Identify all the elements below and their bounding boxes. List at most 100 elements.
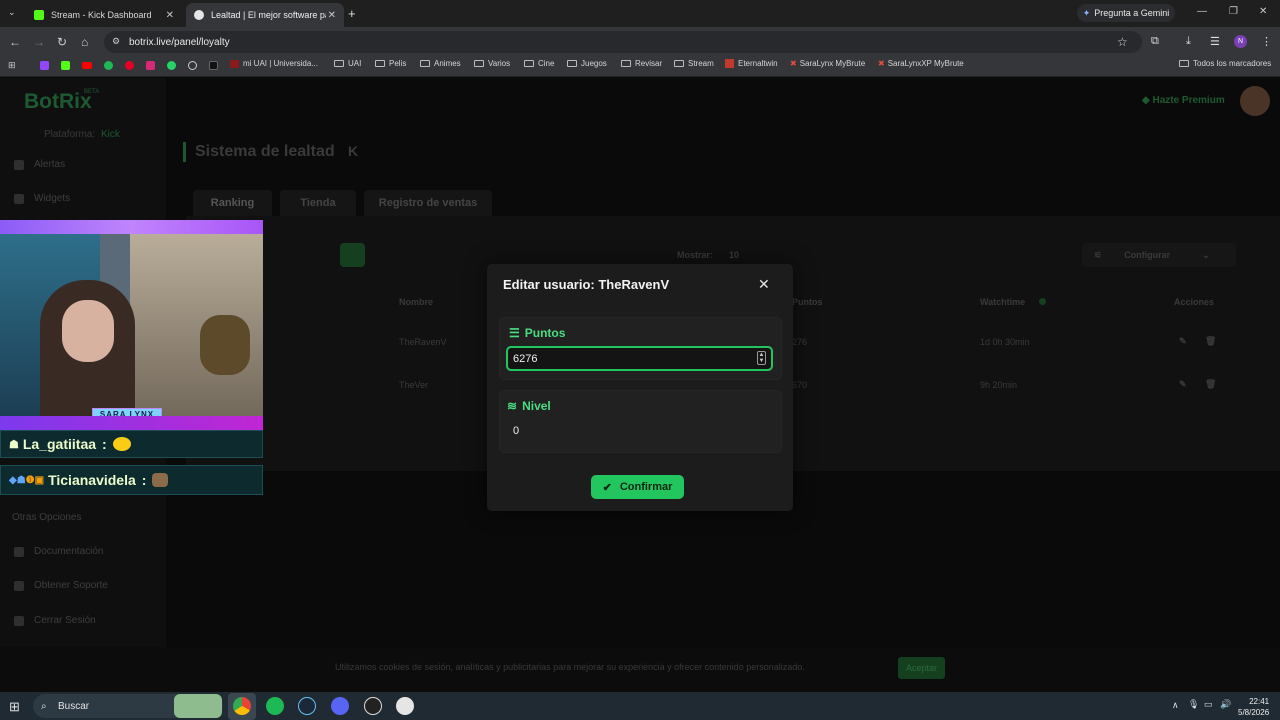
sidebar-item-documentacion[interactable]: Documentación [14,546,103,557]
row2-watchtime: 9h 20min [980,380,1018,390]
menu-icon[interactable]: ⋮ [1261,35,1272,48]
address-bar[interactable] [104,31,1142,53]
gemini-icon: ✦ [1082,7,1091,18]
chrome-icon[interactable] [233,697,251,715]
microphone-icon[interactable]: 🎙 [1188,699,1199,710]
tab-ranking[interactable]: Ranking [193,190,272,216]
url-text[interactable]: botrix.live/panel/loyalty [129,37,230,48]
premium-link[interactable]: ◆ Hazte Premium [1142,95,1225,106]
bookmark-stream[interactable]: Stream [674,59,714,68]
tab-tienda[interactable]: Tienda [280,190,356,216]
kick-favicon-icon [34,10,44,20]
sidebar-item-alertas[interactable]: Alertas [14,159,65,170]
steam-icon[interactable] [298,697,316,715]
all-bookmarks[interactable]: Todos los marcadores [1179,59,1271,68]
reload-icon[interactable]: ↻ [57,35,67,49]
tab-lealtad[interactable]: Lealtad | El mejor software para ✕ [186,3,344,27]
bookmark-revisar[interactable]: Revisar [621,59,662,68]
search-button[interactable]: ⌕ [340,243,365,267]
cookie-accept-button[interactable]: Aceptar [898,657,945,679]
home-icon[interactable]: ⌂ [81,35,88,49]
close-tab-icon[interactable]: ✕ [166,10,174,21]
gemini-button[interactable]: ✦ Pregunta a Gemini [1077,4,1175,22]
network-icon[interactable]: ▭ [1204,699,1213,710]
trash-icon[interactable]: 🗑 [1205,379,1216,390]
whatsapp-icon[interactable] [167,61,176,70]
tab-registro-ventas[interactable]: Registro de ventas [364,190,492,216]
windows-start-icon[interactable]: ⊞ [9,699,20,715]
edit-user-modal [487,264,793,511]
discord-icon[interactable] [331,697,349,715]
bookmark-animes[interactable]: Animes [420,59,461,68]
site-info-icon[interactable]: ⚙ [112,36,120,47]
bookmark-star-icon[interactable]: ☆ [1117,35,1128,49]
github-icon[interactable] [188,61,197,70]
instagram-icon[interactable] [146,61,155,70]
user-avatar[interactable] [1240,86,1270,116]
bookmark-saralynxxp-mybrute[interactable]: ✖ SaraLynxXP MyBrute [878,59,964,68]
twitch-icon[interactable] [40,61,49,70]
edit-icon[interactable]: ✎ [1179,336,1187,347]
reading-list-icon[interactable]: ☰ [1210,35,1220,48]
bookmark-varios[interactable]: Varios [474,59,510,68]
tray-chevron-icon[interactable]: ∧ [1172,700,1179,711]
confirm-label: Confirmar [619,481,673,493]
close-tab-icon[interactable]: ✕ [328,10,336,21]
restore-icon[interactable]: ❐ [1229,6,1238,17]
download-icon[interactable]: ⤓ [1186,35,1191,48]
cam-top-bar [0,220,263,234]
folder-icon [674,60,684,67]
tiktok-icon[interactable] [209,61,218,70]
botrix-favicon-icon [194,10,204,20]
tab-kick-dashboard[interactable]: Stream - Kick Dashboard ✕ [26,3,182,27]
search-placeholder: Buscar [58,700,90,712]
trash-icon[interactable]: 🗑 [1205,336,1216,347]
youtube-icon[interactable] [82,62,92,69]
bookmark-uai-portal[interactable]: mi UAI | Universida... [230,59,318,68]
spotify-icon[interactable] [104,61,113,70]
edit-icon[interactable]: ✎ [1179,379,1187,390]
spotify-icon[interactable] [266,697,284,715]
volume-icon[interactable]: 🔊 [1220,699,1231,710]
bookmark-eternaltwin[interactable]: Eternaltwin [725,59,778,68]
nivel-label-text: Nivel [522,399,551,413]
obs-icon[interactable] [364,697,382,715]
pinterest-icon[interactable] [125,61,134,70]
configure-button[interactable]: ⚟ Configurar ⌄ [1082,243,1236,267]
app-logo[interactable]: BotRix [24,90,92,114]
minimize-icon[interactable]: — [1197,6,1207,17]
bookmark-juegos[interactable]: Juegos [567,59,607,68]
premium-label: Hazte Premium [1152,95,1225,106]
bookmark-pelis[interactable]: Pelis [375,59,406,68]
profile-avatar[interactable]: N [1234,35,1247,48]
forward-icon[interactable]: → [33,35,45,49]
new-tab-icon[interactable]: + [348,6,356,21]
back-icon[interactable]: ← [9,35,21,49]
eternaltwin-icon [725,59,734,68]
puntos-input[interactable] [506,346,773,371]
sidebar-item-widgets[interactable]: Widgets [14,193,70,204]
extensions-icon[interactable]: ⧉ [1151,35,1159,48]
clock[interactable]: 22:41 5/8/2026 [1238,696,1269,718]
folder-icon [474,60,484,67]
bookmark-cine[interactable]: Cine [524,59,554,68]
col-puntos: Puntos [792,297,823,307]
bookmark-saralynx-mybrute[interactable]: ✖ SaraLynx MyBrute [790,59,865,68]
botrix-app-icon[interactable] [396,697,414,715]
nivel-input[interactable]: 0 [513,425,519,437]
sidebar-item-cerrar-sesion[interactable]: Cerrar Sesión [14,615,96,626]
confirm-button[interactable]: ✔ Confirmar [591,475,684,499]
folder-icon [420,60,430,67]
show-select[interactable]: 10 [729,250,739,260]
close-icon[interactable]: ✕ [758,276,770,293]
bookmark-uai[interactable]: UAI [334,59,361,68]
number-stepper-icon[interactable]: ▲ ▼ [757,351,766,365]
tab-search-icon[interactable]: ⌄ [8,7,16,18]
apps-icon[interactable]: ⊞ [8,60,16,71]
layers-icon: ≋ [507,399,518,413]
sidebar-item-soporte[interactable]: Obtener Soporte [14,580,108,591]
close-window-icon[interactable]: ✕ [1259,6,1267,17]
bookmark-label: Juegos [581,59,607,68]
user-badges-icon: ◆☗❶▣ [9,474,45,486]
kick-icon[interactable] [61,61,70,70]
